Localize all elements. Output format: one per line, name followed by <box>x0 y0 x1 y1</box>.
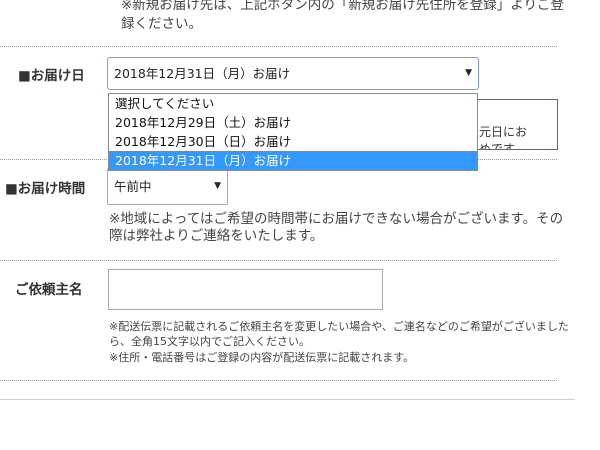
delivery-date-selected-value: 2018年12月31日（月）お届け <box>114 66 291 81</box>
requester-name-input[interactable] <box>108 269 383 310</box>
divider <box>0 399 575 400</box>
chevron-down-icon: ▼ <box>465 68 472 78</box>
address-phone-note: ※住所・電話番号はご登録の内容が配送伝票に記載されます。 <box>109 351 415 364</box>
new-address-note: ※新規お届け先は、上記ボタン内の「新規お届け先住所を登録」よりご登録ください。 <box>121 0 565 32</box>
divider <box>0 46 557 47</box>
date-option-dec30[interactable]: 2018年12月30日（日）お届け <box>109 132 477 151</box>
date-option-placeholder[interactable]: 選択してください <box>109 94 477 113</box>
delivery-time-selected-value: 午前中 <box>114 179 152 194</box>
divider <box>0 260 557 261</box>
date-option-dec31[interactable]: 2018年12月31日（月）お届け <box>109 151 477 170</box>
notice-text: 元日にお めです。 <box>479 125 528 150</box>
divider <box>0 380 557 381</box>
delivery-date-select[interactable]: 2018年12月31日（月）お届け ▼ <box>107 57 479 90</box>
delivery-time-note: ※地域によってはご希望の時間帯にお届けできない場合がございます。その際は弊社より… <box>109 211 564 244</box>
new-year-notice: 元日にお めです。 <box>470 99 558 150</box>
delivery-date-dropdown[interactable]: 選択してください 2018年12月29日（土）お届け 2018年12月30日（日… <box>108 93 478 171</box>
date-option-dec29[interactable]: 2018年12月29日（土）お届け <box>109 113 477 132</box>
requester-name-label: ご依頼主名 <box>15 282 83 298</box>
delivery-time-label: ■お届け時間 <box>5 181 86 197</box>
delivery-time-select[interactable]: 午前中 ▼ <box>107 168 228 205</box>
requester-name-note: ※配送伝票に記載されるご依頼主名を変更したい場合や、ご連名などのご希望がございま… <box>109 320 569 348</box>
delivery-date-label: ■お届け日 <box>18 68 85 84</box>
chevron-down-icon: ▼ <box>214 181 221 191</box>
